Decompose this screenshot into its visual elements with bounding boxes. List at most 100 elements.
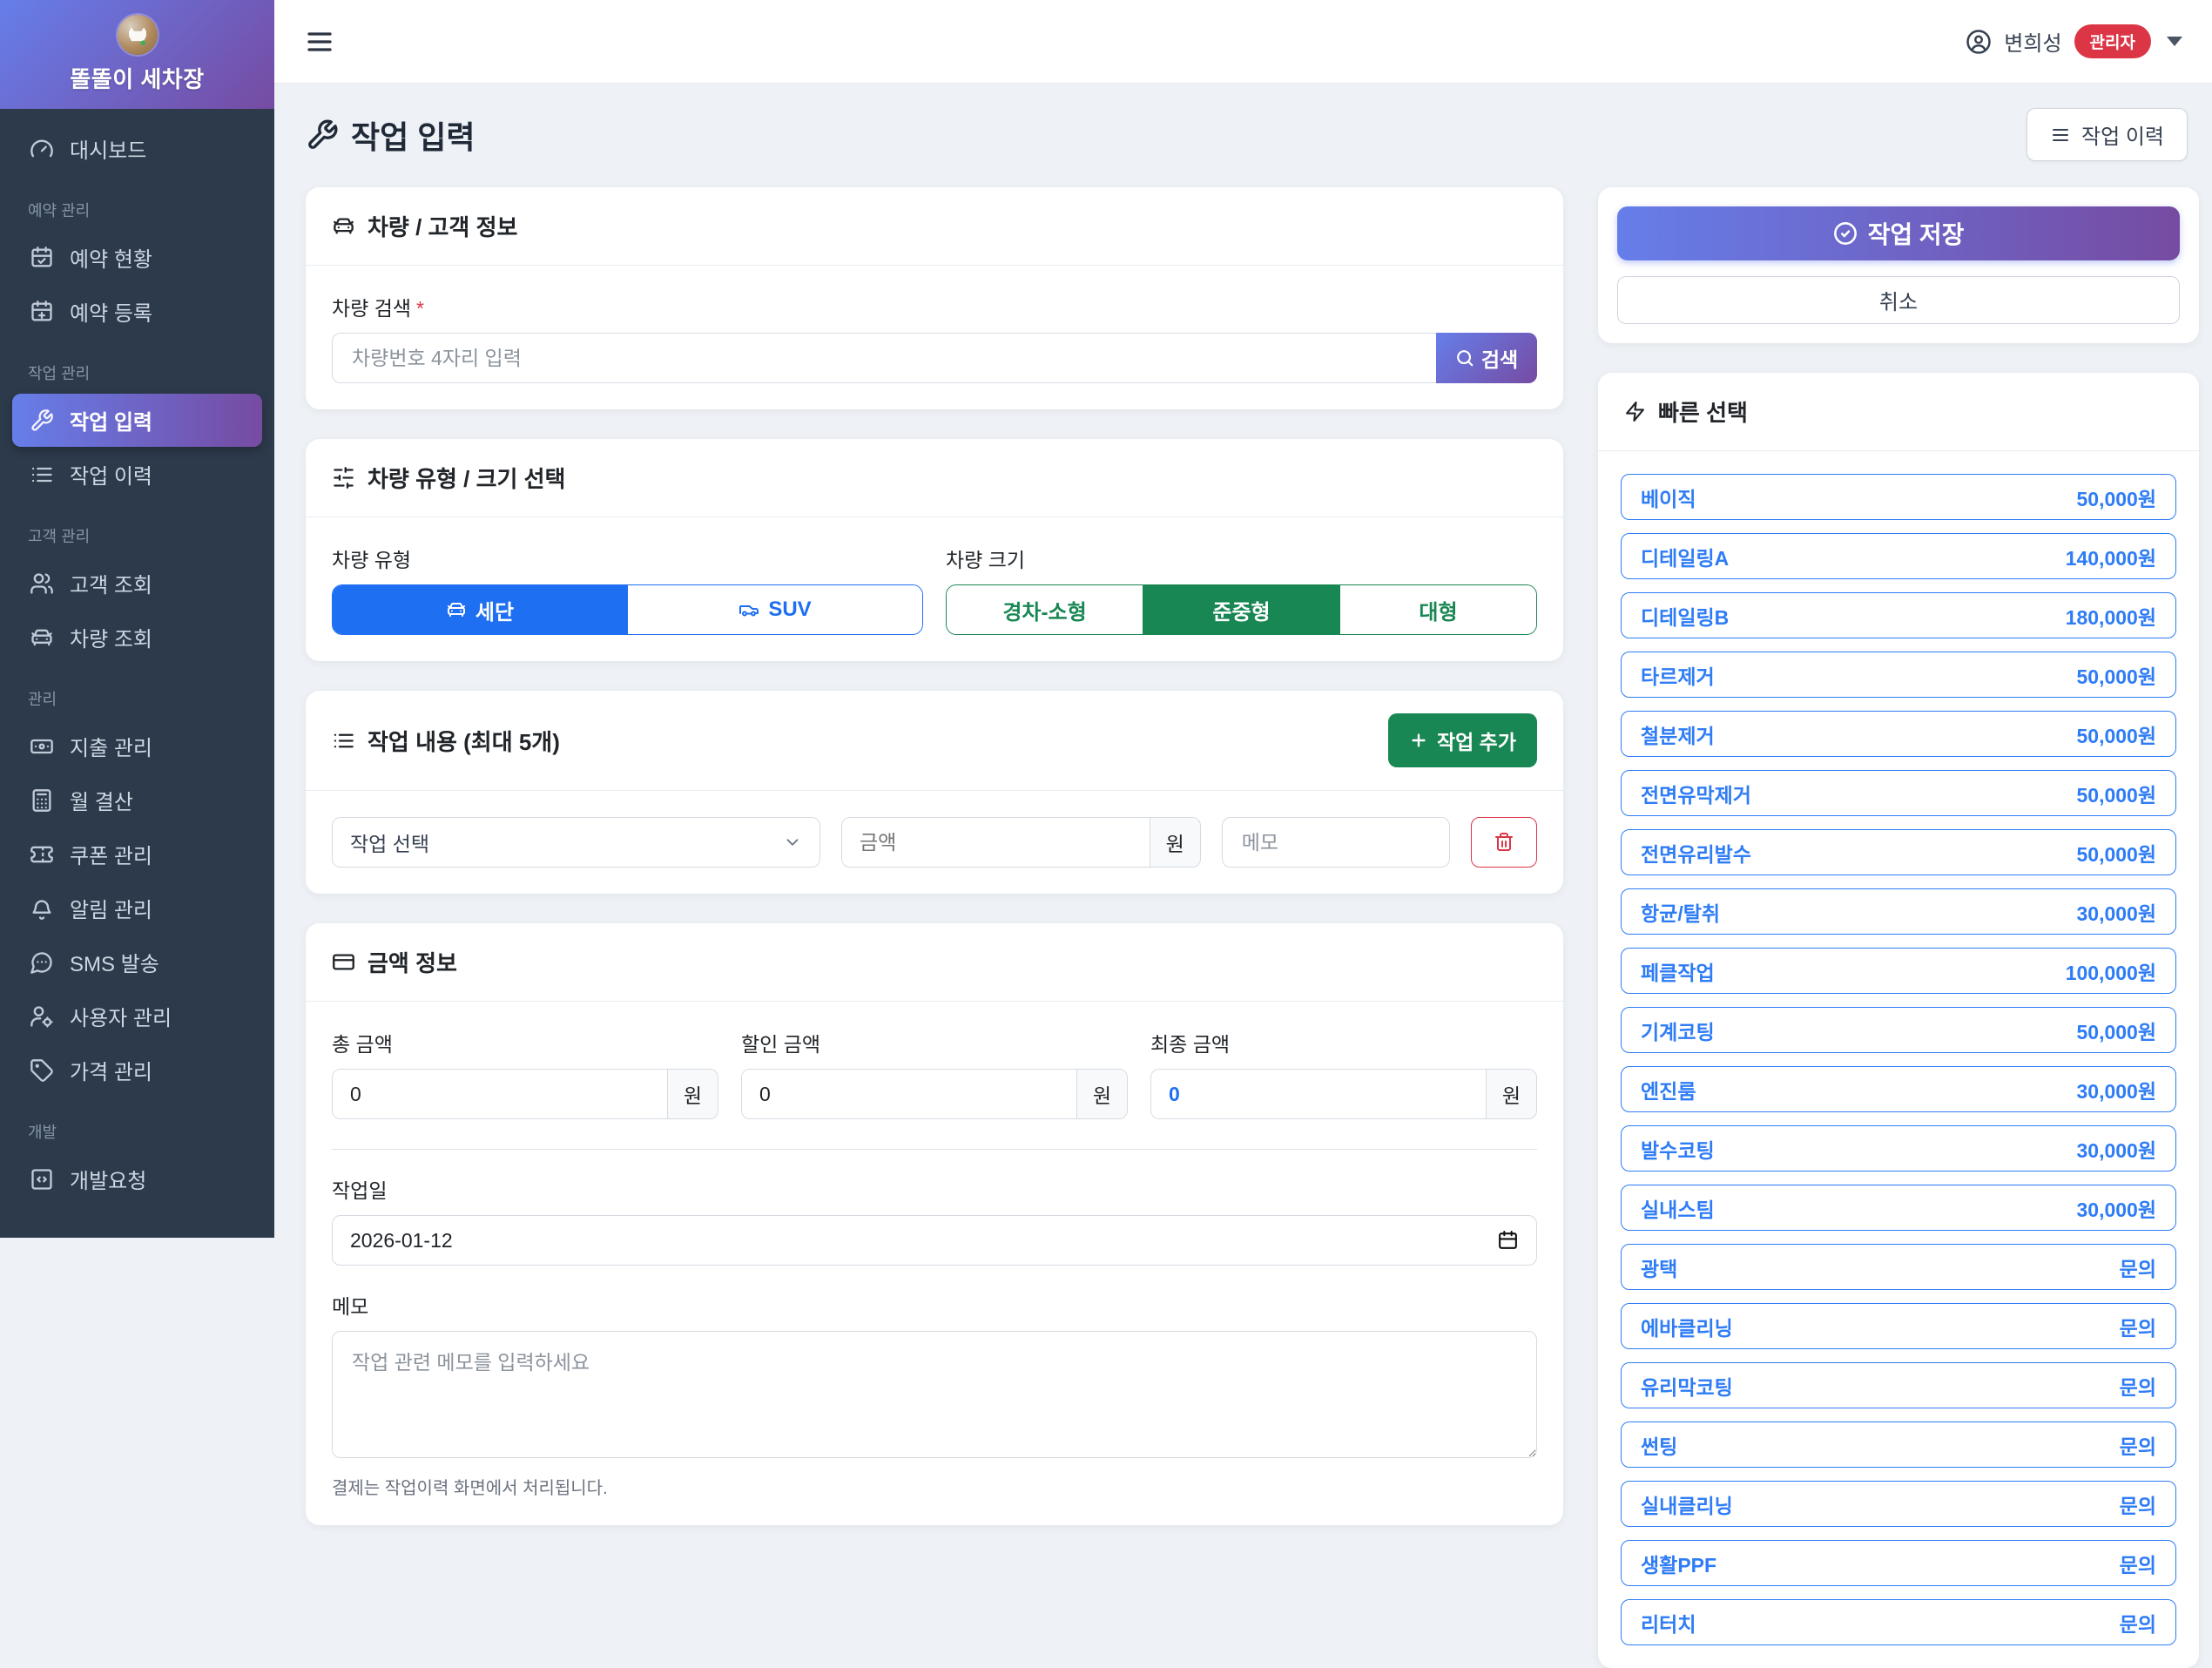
vehicle-type-group: 차량 유형 세단 SUV	[332, 544, 923, 635]
quick-item-retouch[interactable]: 리터치 문의	[1621, 1599, 2176, 1645]
brand-avatar	[118, 15, 158, 55]
search-icon	[1455, 348, 1474, 368]
quick-item-antibacterial-deodorize[interactable]: 항균/탈취 30,000원	[1621, 888, 2176, 935]
sidebar-item-reservation-status[interactable]: 예약 현황	[12, 231, 262, 284]
quick-item-pecl-work[interactable]: 페클작업 100,000원	[1621, 948, 2176, 994]
quick-item-front-glass-repellent[interactable]: 전면유리발수 50,000원	[1621, 829, 2176, 875]
sidebar-item-monthly-settlement[interactable]: 월 결산	[12, 773, 262, 827]
banknote-icon	[30, 734, 54, 759]
user-menu[interactable]: 변희성 관리자	[1966, 24, 2182, 58]
sidebar-item-expense[interactable]: 지출 관리	[12, 719, 262, 773]
work-date-input[interactable]: 2026-01-12	[332, 1215, 1537, 1266]
list-icon	[332, 729, 355, 753]
sidebar-item-sms[interactable]: SMS 발송	[12, 935, 262, 989]
list-icon	[2050, 125, 2071, 145]
quick-item-polish[interactable]: 광택 문의	[1621, 1244, 2176, 1290]
calendar-plus-icon	[30, 300, 54, 324]
currency-suffix: 원	[667, 1070, 718, 1118]
quick-item-front-film-removal[interactable]: 전면유막제거 50,000원	[1621, 770, 2176, 816]
vehicle-search-input[interactable]	[332, 333, 1436, 383]
cancel-button[interactable]: 취소	[1617, 276, 2180, 324]
sidebar-nav: 대시보드 예약 관리 예약 현황 예약 등록 작업 관리 작업 입력 작업 이력…	[0, 109, 274, 1205]
quick-item-water-repellent-coating[interactable]: 발수코팅 30,000원	[1621, 1125, 2176, 1172]
delete-work-button[interactable]	[1471, 817, 1537, 868]
top-bar: 변희성 관리자	[274, 0, 2212, 84]
message-icon	[30, 950, 54, 975]
quick-item-life-ppf[interactable]: 생활PPF 문의	[1621, 1540, 2176, 1586]
sidebar-item-price-management[interactable]: 가격 관리	[12, 1043, 262, 1097]
car-icon	[30, 625, 54, 650]
ticket-icon	[30, 842, 54, 867]
sidebar-item-dev-request[interactable]: 개발요청	[12, 1152, 262, 1205]
sidebar-item-coupon[interactable]: 쿠폰 관리	[12, 827, 262, 881]
sidebar-item-reservation-register[interactable]: 예약 등록	[12, 285, 262, 338]
code-icon	[30, 1167, 54, 1192]
sidebar-item-work-input[interactable]: 작업 입력	[12, 394, 262, 447]
quick-item-tinting[interactable]: 썬팅 문의	[1621, 1422, 2176, 1468]
chevron-down-icon	[783, 833, 802, 852]
memo-textarea[interactable]	[332, 1331, 1537, 1458]
sidebar-item-customer-lookup[interactable]: 고객 조회	[12, 557, 262, 610]
vehicle-search-button[interactable]: 검색	[1436, 333, 1537, 383]
memo-label: 메모	[332, 1290, 1537, 1320]
total-amount-input[interactable]	[333, 1070, 667, 1118]
quick-item-interior-steam[interactable]: 실내스팀 30,000원	[1621, 1185, 2176, 1231]
sidebar-item-vehicle-lookup[interactable]: 차량 조회	[12, 611, 262, 664]
final-amount-field: 최종 금액 원	[1150, 1028, 1537, 1119]
sidebar-item-label: 알림 관리	[70, 893, 152, 923]
sidebar-section-reservation: 예약 관리	[0, 176, 274, 230]
type-option-sedan[interactable]: 세단	[333, 585, 627, 634]
work-select[interactable]: 작업 선택	[332, 817, 820, 868]
gauge-icon	[30, 137, 54, 161]
vehicle-size-group: 차량 크기 경차-소형 준중형 대형	[946, 544, 1537, 635]
page-header: 작업 입력 작업 이력	[306, 108, 2188, 161]
work-history-button[interactable]: 작업 이력	[2027, 108, 2188, 161]
sidebar-item-label: SMS 발송	[70, 947, 159, 977]
calculator-icon	[30, 788, 54, 813]
brand-name: 똘똘이 세차장	[70, 62, 204, 94]
quick-item-basic[interactable]: 베이직 50,000원	[1621, 474, 2176, 520]
quick-item-eva-cleaning[interactable]: 에바클리닝 문의	[1621, 1303, 2176, 1349]
plus-icon	[1409, 731, 1428, 750]
work-content-card: 작업 내용 (최대 5개) 작업 추가 작업 선택	[306, 691, 1563, 894]
quick-item-interior-cleaning[interactable]: 실내클리닝 문의	[1621, 1481, 2176, 1527]
final-amount-input[interactable]	[1151, 1070, 1486, 1118]
work-memo-input[interactable]	[1222, 817, 1450, 868]
car-icon	[446, 599, 467, 620]
hamburger-menu-button[interactable]	[304, 26, 335, 57]
quick-item-engine-room[interactable]: 엔진룸 30,000원	[1621, 1066, 2176, 1112]
quick-item-detailing-a[interactable]: 디테일링A 140,000원	[1621, 533, 2176, 579]
sidebar-section-customer: 고객 관리	[0, 502, 274, 556]
sidebar-item-label: 작업 이력	[70, 459, 152, 490]
size-option-large[interactable]: 대형	[1339, 585, 1536, 634]
sidebar-item-label: 쿠폰 관리	[70, 839, 152, 869]
sidebar-item-label: 가격 관리	[70, 1055, 152, 1085]
brand-header: 똘똘이 세차장	[0, 0, 274, 109]
list-icon	[30, 463, 54, 487]
vehicle-size-label: 차량 크기	[946, 544, 1537, 573]
quick-item-glass-coating[interactable]: 유리막코팅 문의	[1621, 1362, 2176, 1408]
size-option-small[interactable]: 경차-소형	[947, 585, 1143, 634]
sidebar-item-dashboard[interactable]: 대시보드	[12, 122, 262, 175]
sidebar-item-work-history[interactable]: 작업 이력	[12, 448, 262, 501]
sidebar-item-user-management[interactable]: 사용자 관리	[12, 989, 262, 1043]
sidebar-item-label: 지출 관리	[70, 731, 152, 761]
type-option-suv[interactable]: SUV	[627, 585, 922, 634]
dog-avatar-icon	[123, 20, 152, 50]
sidebar-item-label: 작업 입력	[70, 405, 152, 436]
work-amount-input[interactable]	[842, 818, 1150, 867]
quick-item-detailing-b[interactable]: 디테일링B 180,000원	[1621, 592, 2176, 638]
vehicle-card-title: 차량 / 고객 정보	[332, 210, 517, 242]
discount-amount-input[interactable]	[742, 1070, 1076, 1118]
save-work-button[interactable]: 작업 저장	[1617, 206, 2180, 260]
quick-item-iron-removal[interactable]: 철분제거 50,000원	[1621, 711, 2176, 757]
currency-suffix: 원	[1150, 818, 1200, 867]
price-card-title: 금액 정보	[332, 946, 457, 978]
quick-item-tar-removal[interactable]: 타르제거 50,000원	[1621, 652, 2176, 698]
size-option-mid[interactable]: 준중형	[1143, 585, 1339, 634]
sidebar-item-notification[interactable]: 알림 관리	[12, 881, 262, 935]
quick-item-machine-coating[interactable]: 기계코팅 50,000원	[1621, 1007, 2176, 1053]
add-work-button[interactable]: 작업 추가	[1388, 713, 1537, 767]
sidebar-section-work: 작업 관리	[0, 339, 274, 393]
sidebar-item-label: 개발요청	[70, 1164, 146, 1194]
